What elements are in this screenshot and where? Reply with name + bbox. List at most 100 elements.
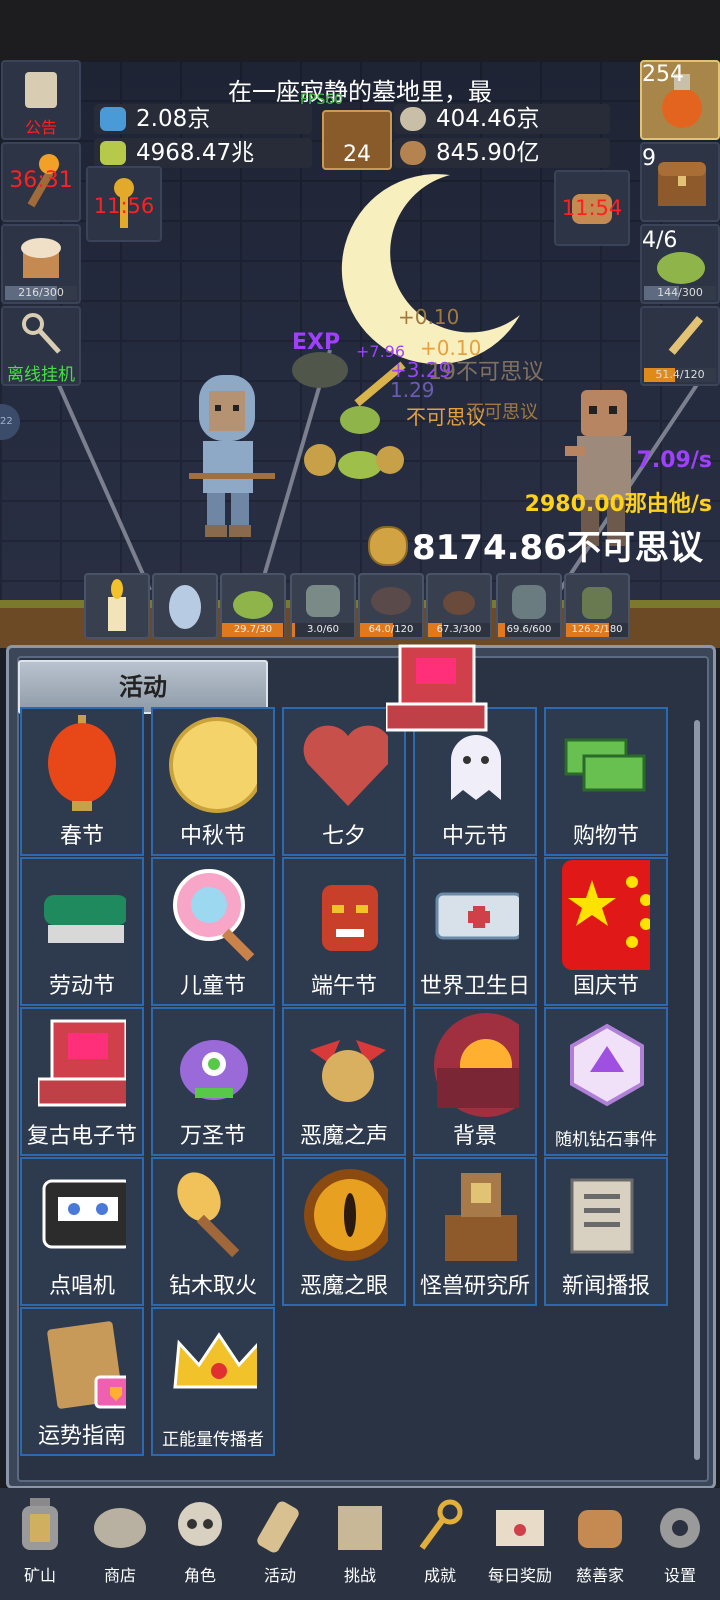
event-item-moon[interactable]: 中秋节 — [151, 707, 275, 856]
event-item-flag[interactable]: 国庆节 — [544, 857, 668, 1006]
nav-label: 活动 — [263, 1566, 296, 1585]
event-item-crown[interactable]: 正能量传播者 — [151, 1307, 275, 1456]
slot-progress-text: 29.7/30 — [233, 624, 273, 635]
nav-item-key[interactable]: 成就 — [400, 1492, 480, 1592]
slot-spider[interactable]: 67.3/300 — [426, 573, 492, 639]
notice-button[interactable]: 公告 — [1, 60, 81, 140]
computer-icon — [38, 1015, 126, 1115]
mask-icon — [300, 865, 388, 965]
torch-button[interactable]: 36:31 — [1, 142, 81, 222]
hero-character[interactable] — [185, 375, 275, 545]
potion-button[interactable]: 254 — [640, 60, 720, 140]
event-item-computer[interactable]: 复古电子节 — [20, 1007, 144, 1156]
event-item-lab[interactable]: 怪兽研究所 — [413, 1157, 537, 1306]
slime-progress-bar: 144/300 — [644, 286, 716, 300]
map-icon — [38, 1315, 126, 1415]
slot-goblin[interactable]: 126.2/180 — [564, 573, 630, 639]
event-item-mask[interactable]: 端午节 — [282, 857, 406, 1006]
slot-egg[interactable] — [152, 573, 218, 639]
rate-gold: 2980.00那由他/s — [524, 492, 712, 517]
nav-item-stone[interactable]: 商店 — [80, 1492, 160, 1592]
nav-item-map[interactable]: 挑战 — [320, 1492, 400, 1592]
torch-icon — [169, 1165, 257, 1265]
nav-item-lantern[interactable]: 矿山 — [0, 1492, 80, 1592]
event-item-cassette[interactable]: 点唱机 — [20, 1157, 144, 1306]
lantern-icon — [12, 1496, 68, 1558]
event-item-monster[interactable]: 万圣节 — [151, 1007, 275, 1156]
bread-icon — [572, 1496, 628, 1558]
event-item-brush[interactable]: 劳动节 — [20, 857, 144, 1006]
event-name: 春节 — [59, 824, 104, 849]
event-item-ambulance[interactable]: 世界卫生日 — [413, 857, 537, 1006]
slot-progress-fill — [498, 623, 506, 637]
nav-item-skull[interactable]: 角色 — [160, 1492, 240, 1592]
candle-icon — [108, 579, 126, 631]
nav-item-scroll[interactable]: 活动 — [240, 1492, 320, 1592]
key-icon — [22, 313, 61, 354]
slot-progress: 64.0/120 — [360, 623, 422, 637]
sword-button[interactable]: 51.4/120 — [640, 306, 720, 386]
lab-icon — [431, 1165, 519, 1265]
spider-icon — [443, 591, 475, 615]
egg-icon — [169, 585, 201, 629]
status-bar — [0, 0, 720, 60]
cake-button[interactable]: 216/300 — [1, 224, 81, 304]
flag-icon — [562, 860, 650, 970]
exp-label: EXP — [292, 330, 341, 355]
event-name: 端午节 — [310, 974, 377, 999]
float-text: 19不可思议 — [428, 360, 544, 385]
rate-purple: 7.09/s — [636, 448, 712, 473]
panel-title: 活动 — [18, 660, 268, 714]
cake-progress-text: 216/300 — [18, 286, 64, 299]
bread-timer: 11:54 — [561, 196, 623, 220]
resource-seed: 845.90亿 — [394, 138, 610, 168]
sword-progress-bar: 51.4/120 — [644, 368, 716, 382]
ambulance-icon — [431, 865, 519, 965]
golden-key-button[interactable]: 11:56 — [86, 166, 162, 242]
slot-zombie-head[interactable]: 3.0/60 — [290, 573, 356, 639]
slime-progress-text: 144/300 — [657, 286, 703, 299]
event-item-sunset[interactable]: 背景 — [413, 1007, 537, 1156]
skull-icon — [172, 1496, 228, 1558]
event-name: 世界卫生日 — [419, 974, 530, 999]
scrollbar[interactable] — [694, 720, 700, 1460]
event-name: 万圣节 — [179, 1124, 246, 1149]
resource-green-potion: 4968.47兆 — [94, 138, 312, 168]
resource-blue-potion: 2.08京 — [94, 104, 312, 134]
heart-icon — [300, 715, 388, 815]
sword-progress-text: 51.4/120 — [655, 368, 705, 381]
event-item-diamond[interactable]: 随机钻石事件 — [544, 1007, 668, 1156]
green-potion-value: 4968.47兆 — [136, 140, 255, 166]
slot-bat[interactable]: 64.0/120 — [358, 573, 424, 639]
event-name: 正能量传播者 — [162, 1430, 264, 1450]
slot-candle[interactable] — [84, 573, 150, 639]
key-icon — [412, 1496, 468, 1558]
offline-button[interactable]: 离线挂机 — [1, 306, 81, 386]
bread-button[interactable]: 11:54 — [554, 170, 630, 246]
event-item-lollipop[interactable]: 儿童节 — [151, 857, 275, 1006]
nav-item-bread[interactable]: 慈善家 — [560, 1492, 640, 1592]
slot-slime[interactable]: 29.7/30 — [220, 573, 286, 639]
event-item-torch[interactable]: 钻木取火 — [151, 1157, 275, 1306]
book-button[interactable]: 24 — [322, 110, 392, 170]
event-item-map[interactable]: 运势指南 — [20, 1307, 144, 1456]
slot-progress: 3.0/60 — [292, 623, 354, 637]
chest-button[interactable]: 9 — [640, 142, 720, 222]
monster-icon — [169, 1015, 257, 1115]
slot-progress-fill — [292, 623, 296, 637]
event-item-bell[interactable]: 恶魔之声 — [282, 1007, 406, 1156]
brush-icon — [38, 865, 126, 965]
event-item-lantern[interactable]: 春节 — [20, 707, 144, 856]
event-item-eye[interactable]: 恶魔之眼 — [282, 1157, 406, 1306]
nav-item-envelope[interactable]: 每日奖励 — [480, 1492, 560, 1592]
slot-progress-text: 64.0/120 — [368, 624, 414, 635]
scroll-icon — [252, 1496, 308, 1558]
slot-ghoul[interactable]: 69.6/600 — [496, 573, 562, 639]
scroll-icon — [25, 72, 57, 108]
slime-button[interactable]: 4/6 144/300 — [640, 224, 720, 304]
nav-item-gear[interactable]: 设置 — [640, 1492, 720, 1592]
event-item-cash[interactable]: 购物节 — [544, 707, 668, 856]
event-item-news[interactable]: 新闻播报 — [544, 1157, 668, 1306]
event-name: 怪兽研究所 — [419, 1274, 530, 1299]
event-name: 新闻播报 — [561, 1274, 650, 1299]
